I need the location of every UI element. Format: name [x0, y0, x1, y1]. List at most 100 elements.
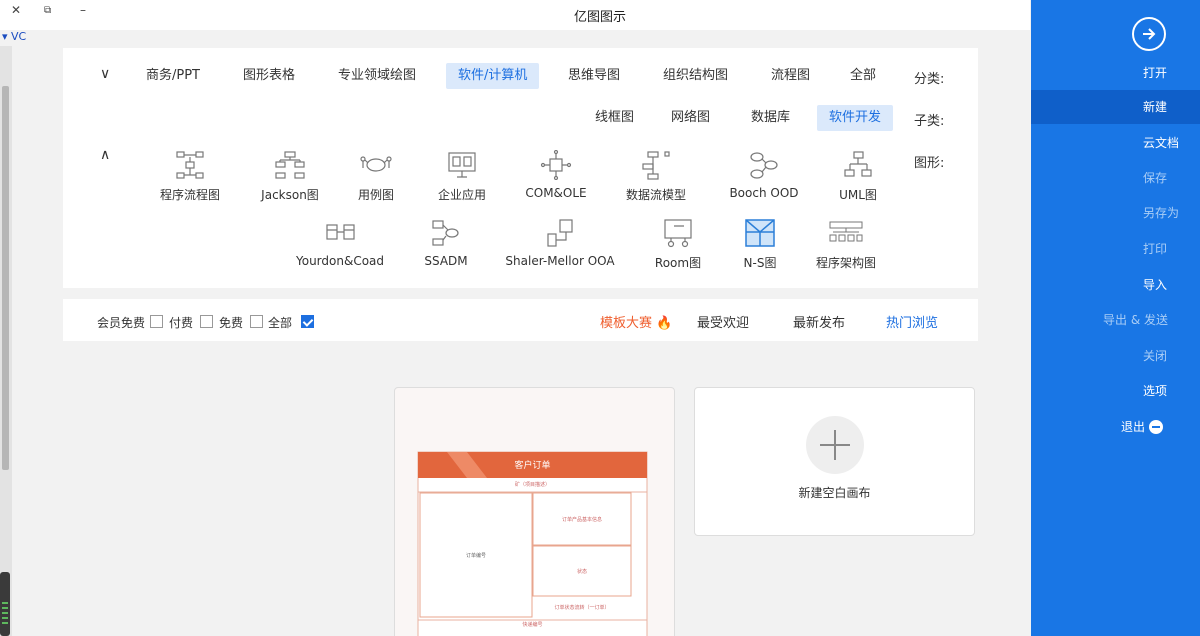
tab-popular[interactable]: 热门浏览: [886, 312, 938, 331]
document-tab[interactable]: ▾ VC: [2, 30, 26, 43]
com-ole-icon: [540, 150, 572, 180]
shapes-label: 图形:: [914, 156, 945, 171]
subcategory-database[interactable]: 数据库: [739, 105, 802, 131]
sidebar-item-label: 打开: [1143, 66, 1168, 80]
sidebar-item-save-as[interactable]: 另存为: [1031, 196, 1200, 230]
template-title: 客户订单: [514, 461, 551, 471]
collapse-categories-chevron-icon[interactable]: ∨: [100, 66, 110, 82]
sidebar-item-label: 另存为: [1143, 206, 1180, 220]
shape-yourdon-coad[interactable]: Yourdon&Coad: [280, 218, 400, 268]
sidebar-item-cloud-docs[interactable]: 云文档: [1031, 126, 1200, 160]
data-flow-icon: [642, 151, 670, 180]
tab-label: 模板大赛: [600, 316, 653, 331]
template-thumbnail: [417, 451, 648, 636]
sidebar-item-label: 选项: [1143, 384, 1168, 398]
sidebar-item-label: 导出 & 发送: [1103, 313, 1168, 327]
shape-booch-ood[interactable]: Booch OOD: [704, 150, 824, 200]
tab-latest[interactable]: 最新发布: [793, 312, 845, 331]
category-org-chart[interactable]: 组织结构图: [651, 63, 740, 89]
tab-template-contest[interactable]: 模板大赛 🔥: [600, 312, 672, 331]
booch-ood-icon: [750, 152, 778, 179]
sidebar-item-new[interactable]: 新建: [1031, 90, 1200, 124]
category-professional[interactable]: 专业领域绘图: [326, 63, 428, 89]
filter-all-label: 全部: [268, 316, 293, 330]
shaler-mellor-icon: [547, 219, 573, 247]
subcategory-wireframe[interactable]: 线框图: [583, 105, 646, 131]
category-all[interactable]: 全部: [838, 63, 888, 89]
shape-label: 程序流程图: [159, 188, 220, 202]
shape-label: Shaler-Mellor OOA: [505, 254, 615, 268]
exit-icon: [1149, 420, 1164, 434]
vertical-scrollbar[interactable]: [0, 46, 12, 636]
shape-ssadm[interactable]: SSADM: [386, 218, 506, 268]
sidebar-item-import[interactable]: 导入: [1031, 268, 1200, 302]
filter-free-label: 免费: [219, 316, 244, 330]
filter-free-checkbox[interactable]: [250, 315, 263, 328]
filter-member-free-label: 会员免费: [97, 316, 146, 330]
shape-shaler-mellor[interactable]: Shaler-Mellor OOA: [500, 218, 620, 268]
program-architecture-icon: [829, 221, 863, 242]
jackson-diagram-icon: [275, 151, 305, 179]
category-mind-map[interactable]: 思维导图: [556, 63, 632, 89]
sidebar-item-label: 退出: [1121, 420, 1146, 434]
sidebar-item-options[interactable]: 选项: [1031, 374, 1200, 408]
subcategory-network[interactable]: 网络图: [659, 105, 722, 131]
category-graphic-tables[interactable]: 图形表格: [231, 63, 307, 89]
template-footer: 订单状态流转（一订单）: [554, 605, 610, 611]
plus-icon: [806, 416, 864, 474]
sidebar-item-label: 新建: [1143, 100, 1168, 114]
program-flowchart-icon: [176, 151, 204, 179]
tab-most-liked[interactable]: 最受欢迎: [697, 312, 749, 331]
subcategory-software-dev[interactable]: 软件开发: [817, 105, 894, 131]
ssadm-icon: [432, 220, 459, 246]
sidebar-item-export-send[interactable]: 导出 & 发送: [1031, 303, 1200, 337]
collapse-shapes-chevron-icon[interactable]: ∧: [100, 147, 110, 163]
sidebar-item-label: 打印: [1143, 242, 1168, 256]
document-tab-label: VC: [11, 30, 27, 43]
chevron-down-icon: ▾: [2, 30, 8, 43]
sidebar-item-save[interactable]: 保存: [1031, 161, 1200, 195]
category-software-computer[interactable]: 软件/计算机: [446, 63, 540, 89]
close-window-icon[interactable]: ✕: [11, 3, 21, 17]
open-arrow-icon[interactable]: [1132, 17, 1166, 51]
template-card[interactable]: 客户订单 矿（项目描述） 订单编号 订单产品基本信息 状态 订单状态流转（一订单…: [394, 387, 675, 636]
shape-label: Room图: [654, 256, 702, 270]
sidebar-item-label: 导入: [1143, 278, 1168, 292]
fire-icon: 🔥: [656, 316, 673, 331]
sidebar-item-label: 保存: [1143, 171, 1168, 185]
restore-window-icon[interactable]: ⧉: [44, 5, 51, 16]
category-business-ppt[interactable]: 商务/PPT: [134, 63, 212, 89]
template-box-right-mid: 状态: [576, 569, 587, 575]
sidebar-item-close[interactable]: 关闭: [1031, 339, 1200, 373]
filter-member-free-checkbox[interactable]: [150, 315, 163, 328]
template-subtitle: 矿（项目描述）: [514, 482, 550, 488]
shape-label: Yourdon&Coad: [295, 254, 385, 268]
scrollbar-thumb[interactable]: [2, 86, 9, 470]
template-box-left: 订单编号: [465, 553, 486, 559]
sidebar-item-exit[interactable]: 退出: [1031, 410, 1200, 444]
ns-diagram-icon: [745, 219, 775, 247]
filter-paid-checkbox[interactable]: [200, 315, 213, 328]
status-widget: [0, 572, 10, 636]
sidebar-item-label: 关闭: [1143, 349, 1168, 363]
filter-all-checkbox[interactable]: [301, 315, 314, 328]
new-blank-canvas-label: 新建空白画布: [798, 486, 871, 500]
sidebar-item-open[interactable]: 打开: [1031, 56, 1200, 90]
room-diagram-icon: [664, 219, 692, 248]
filter-paid-label: 付费: [169, 316, 194, 330]
yourdon-coad-icon: [326, 224, 355, 240]
shape-label: SSADM: [424, 254, 468, 268]
use-case-icon: [360, 156, 392, 172]
sidebar-item-print[interactable]: 打印: [1031, 232, 1200, 266]
shape-label: Booch OOD: [729, 186, 799, 200]
enterprise-app-icon: [448, 152, 476, 178]
category-flowchart[interactable]: 流程图: [759, 63, 822, 89]
shape-program-flowchart[interactable]: 程序流程图: [130, 150, 250, 203]
shape-room[interactable]: Room图: [618, 218, 738, 271]
title-bar: [0, 0, 1030, 30]
sidebar-item-label: 云文档: [1143, 136, 1180, 150]
new-blank-canvas-card[interactable]: 新建空白画布: [694, 387, 975, 536]
template-section2: 快递编号: [522, 622, 543, 628]
minimize-window-icon[interactable]: –: [80, 3, 86, 17]
subcategory-label: 子类:: [914, 114, 945, 129]
